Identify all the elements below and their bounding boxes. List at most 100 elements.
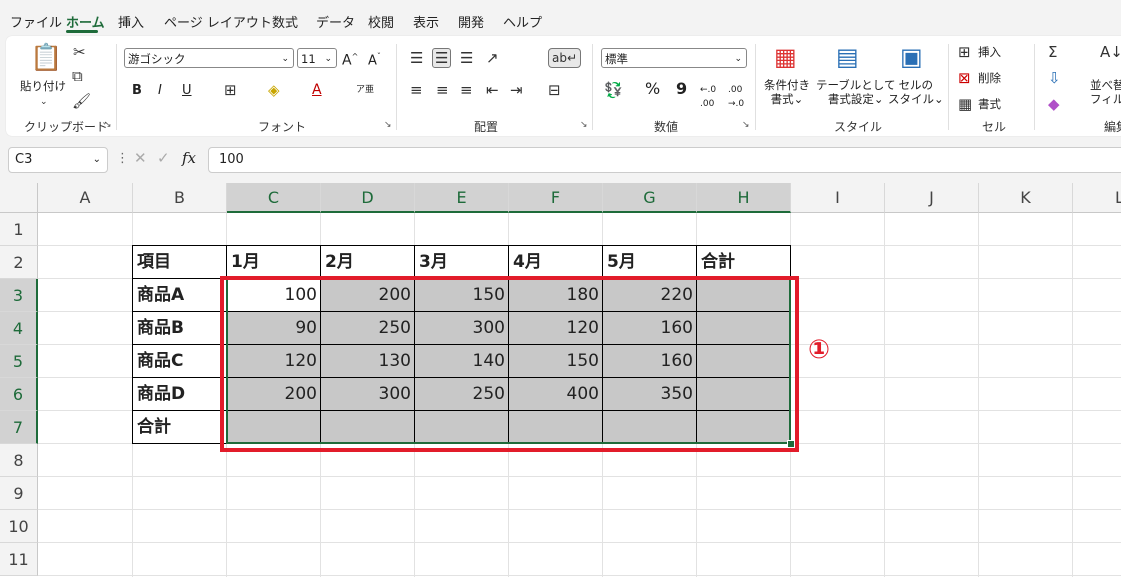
format-as-table-button[interactable]: テーブルとして 書式設定⌄ bbox=[816, 78, 895, 106]
table-header-cell[interactable]: 5月 bbox=[603, 246, 697, 279]
italic-button[interactable]: I bbox=[158, 84, 162, 98]
table-header-cell[interactable]: 4月 bbox=[509, 246, 603, 279]
enter-icon[interactable]: ✓ bbox=[157, 149, 170, 167]
insert-cells-button[interactable]: 挿入 bbox=[978, 45, 1001, 59]
percent-button[interactable]: % bbox=[645, 81, 660, 97]
table-header-cell[interactable]: 3月 bbox=[415, 246, 509, 279]
cell-styles-button[interactable]: セルの スタイル⌄ bbox=[888, 78, 944, 106]
row-header-8[interactable]: 8 bbox=[0, 444, 38, 477]
align-middle-icon[interactable]: ☰ bbox=[432, 48, 452, 68]
underline-button[interactable]: U bbox=[182, 84, 192, 98]
format-painter-icon[interactable]: 🖌 bbox=[72, 93, 91, 109]
row-header-10[interactable]: 10 bbox=[0, 510, 38, 543]
row-header-2[interactable]: 2 bbox=[0, 246, 38, 279]
copy-icon[interactable]: ⧉ bbox=[72, 68, 83, 84]
more-options-icon[interactable]: ⋮ bbox=[116, 151, 129, 166]
column-header-i[interactable]: I bbox=[791, 183, 885, 213]
currency-icon[interactable]: 💱 bbox=[604, 82, 623, 98]
menu-page-layout[interactable]: ページ レイアウト bbox=[164, 12, 272, 31]
borders-icon[interactable]: ⊞ bbox=[224, 82, 237, 98]
table-header-cell[interactable]: 2月 bbox=[321, 246, 415, 279]
row-label-cell[interactable]: 商品C bbox=[133, 345, 227, 378]
menu-view[interactable]: 表示 bbox=[413, 12, 439, 31]
orientation-icon[interactable]: ↗ bbox=[486, 50, 499, 66]
column-header-d[interactable]: D bbox=[321, 183, 415, 213]
insert-cells-icon[interactable]: ⊞ bbox=[958, 44, 971, 60]
row-label-cell[interactable]: 合計 bbox=[133, 411, 227, 444]
row-label-cell[interactable]: 商品B bbox=[133, 312, 227, 345]
font-launcher-icon[interactable]: ↘ bbox=[384, 120, 392, 130]
sort-filter-button[interactable]: 並べ替フィルタ bbox=[1090, 78, 1121, 106]
comma-button[interactable]: 9 bbox=[676, 81, 687, 97]
column-header-a[interactable]: A bbox=[38, 183, 133, 213]
format-as-table-icon[interactable]: ▤ bbox=[836, 44, 859, 70]
row-header-7[interactable]: 7 bbox=[0, 411, 38, 444]
increase-font-icon[interactable]: A^ bbox=[342, 50, 358, 68]
menu-help[interactable]: ヘルプ bbox=[503, 12, 542, 31]
table-header-cell[interactable]: 1月 bbox=[227, 246, 321, 279]
row-header-11[interactable]: 11 bbox=[0, 543, 38, 576]
increase-decimal-icon[interactable]: ←.0.00 bbox=[700, 83, 716, 111]
formula-input[interactable]: 100 bbox=[208, 147, 1121, 173]
align-right-icon[interactable]: ≡ bbox=[460, 82, 473, 98]
menu-review[interactable]: 校閲 bbox=[368, 12, 394, 31]
row-header-4[interactable]: 4 bbox=[0, 312, 38, 345]
menu-data[interactable]: データ bbox=[316, 12, 355, 31]
table-header-cell[interactable]: 項目 bbox=[133, 246, 227, 279]
font-size-select[interactable]: 11 ⌄ bbox=[297, 48, 337, 68]
format-cells-icon[interactable]: ▦ bbox=[958, 96, 972, 112]
menu-developer[interactable]: 開発 bbox=[458, 12, 484, 31]
conditional-format-icon[interactable]: ▦ bbox=[774, 44, 797, 70]
font-name-select[interactable]: 游ゴシック ⌄ bbox=[124, 48, 294, 68]
row-header-6[interactable]: 6 bbox=[0, 378, 38, 411]
column-header-e[interactable]: E bbox=[415, 183, 509, 213]
phonetic-icon[interactable]: ア亜 bbox=[356, 83, 374, 97]
fill-icon[interactable]: ⇩ bbox=[1048, 70, 1061, 86]
insert-function-button[interactable]: fx bbox=[182, 149, 196, 167]
paste-icon[interactable]: 📋 bbox=[30, 44, 62, 72]
select-all-corner[interactable] bbox=[0, 183, 38, 213]
paste-button[interactable]: 貼り付け bbox=[20, 79, 66, 93]
delete-cells-button[interactable]: 削除 bbox=[978, 71, 1001, 85]
autosum-icon[interactable]: Σ bbox=[1048, 44, 1057, 60]
row-header-5[interactable]: 5 bbox=[0, 345, 38, 378]
clear-icon[interactable]: ◆ bbox=[1048, 96, 1060, 112]
delete-cells-icon[interactable]: ⊠ bbox=[958, 70, 971, 86]
menu-home[interactable]: ホーム bbox=[66, 12, 105, 31]
increase-indent-icon[interactable]: ⇥ bbox=[510, 82, 523, 98]
column-header-g[interactable]: G bbox=[603, 183, 697, 213]
column-header-b[interactable]: B bbox=[133, 183, 227, 213]
column-header-l[interactable]: L bbox=[1073, 183, 1121, 213]
merge-center-icon[interactable]: ⊟ bbox=[548, 82, 561, 98]
alignment-launcher-icon[interactable]: ↘ bbox=[580, 120, 588, 130]
align-bottom-icon[interactable]: ☰ bbox=[460, 50, 473, 66]
cancel-icon[interactable]: ✕ bbox=[134, 149, 147, 167]
menu-file[interactable]: ファイル bbox=[10, 12, 62, 31]
column-header-c[interactable]: C bbox=[227, 183, 321, 213]
column-header-f[interactable]: F bbox=[509, 183, 603, 213]
row-header-1[interactable]: 1 bbox=[0, 213, 38, 246]
table-header-cell[interactable]: 合計 bbox=[697, 246, 791, 279]
column-header-k[interactable]: K bbox=[979, 183, 1073, 213]
font-color-icon[interactable]: A bbox=[312, 83, 322, 97]
align-top-icon[interactable]: ☰ bbox=[410, 50, 423, 66]
format-cells-button[interactable]: 書式 bbox=[978, 97, 1001, 111]
name-box[interactable]: C3 ⌄ bbox=[8, 147, 108, 173]
cut-icon[interactable]: ✂ bbox=[73, 44, 86, 60]
bold-button[interactable]: B bbox=[132, 84, 142, 98]
menu-insert[interactable]: 挿入 bbox=[118, 12, 144, 31]
cell-styles-icon[interactable]: ▣ bbox=[900, 44, 923, 70]
clipboard-launcher-icon[interactable]: ↘ bbox=[104, 120, 112, 130]
align-left-icon[interactable]: ≡ bbox=[410, 82, 423, 98]
fill-color-icon[interactable]: ◈ bbox=[268, 82, 280, 98]
conditional-format-button[interactable]: 条件付き 書式⌄ bbox=[764, 78, 810, 106]
number-format-select[interactable]: 標準 ⌄ bbox=[601, 48, 747, 68]
paste-dropdown-icon[interactable]: ⌄ bbox=[40, 94, 48, 110]
number-launcher-icon[interactable]: ↘ bbox=[742, 120, 750, 130]
sort-filter-icon[interactable]: A↓ bbox=[1100, 44, 1121, 60]
row-label-cell[interactable]: 商品D bbox=[133, 378, 227, 411]
column-header-j[interactable]: J bbox=[885, 183, 979, 213]
align-center-icon[interactable]: ≡ bbox=[436, 82, 449, 98]
row-header-9[interactable]: 9 bbox=[0, 477, 38, 510]
row-header-3[interactable]: 3 bbox=[0, 279, 38, 312]
